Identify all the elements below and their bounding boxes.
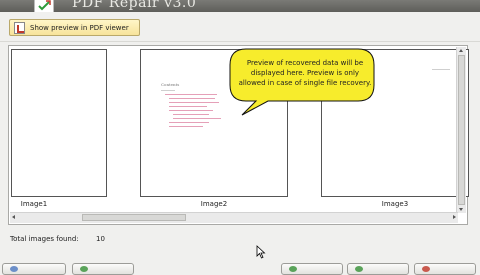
thumbnail-label: Image3: [381, 200, 409, 208]
title-bar: PDF Repair v3.0: [0, 0, 480, 12]
total-images-value: 10: [96, 235, 105, 243]
thumbnail-label: Image2: [200, 200, 228, 208]
page-line: [161, 90, 175, 91]
horizontal-scrollbar[interactable]: [10, 212, 458, 223]
thumbnail-image1[interactable]: [11, 49, 107, 197]
next-arrow-icon: [355, 266, 363, 272]
scroll-left-icon[interactable]: [12, 215, 15, 219]
scroll-up-icon[interactable]: [459, 49, 463, 52]
thumbnail-label: Image1: [20, 200, 48, 208]
window-title: PDF Repair v3.0: [72, 0, 197, 11]
tooltip-text: Preview of recovered data will be displa…: [238, 59, 372, 87]
scroll-right-icon[interactable]: [453, 215, 456, 219]
toolbar: Show preview in PDF viewer: [0, 13, 480, 42]
mouse-cursor-icon: [256, 245, 266, 259]
page-line: [169, 102, 219, 103]
horizontal-scroll-thumb[interactable]: [82, 214, 186, 221]
close-icon: [422, 266, 430, 272]
help-icon: [10, 266, 18, 272]
page-line: [169, 122, 209, 123]
page-line: [173, 118, 221, 119]
page-heading: Contents: [161, 82, 180, 87]
back-arrow-icon: [289, 266, 297, 272]
next-button[interactable]: [347, 263, 409, 275]
page-line: [173, 114, 209, 115]
scroll-down-icon[interactable]: [459, 208, 463, 211]
back-button[interactable]: [281, 263, 343, 275]
show-preview-button[interactable]: Show preview in PDF viewer: [9, 19, 140, 36]
page-line: [432, 69, 450, 70]
bottom-button-1[interactable]: [2, 263, 66, 275]
vertical-scrollbar[interactable]: [456, 47, 466, 213]
close-button[interactable]: [414, 263, 476, 275]
page-line: [169, 106, 207, 107]
pdf-icon: [14, 21, 25, 34]
action-icon: [80, 266, 88, 272]
total-images-label: Total images found:: [10, 235, 79, 243]
vertical-scroll-thumb[interactable]: [458, 55, 465, 205]
page-line: [169, 110, 213, 111]
page-line: [165, 94, 217, 95]
page-line: [169, 126, 203, 127]
bottom-button-2[interactable]: [72, 263, 134, 275]
page-line: [169, 98, 215, 99]
show-preview-label: Show preview in PDF viewer: [30, 23, 129, 32]
pdf-repair-icon: [34, 0, 54, 12]
